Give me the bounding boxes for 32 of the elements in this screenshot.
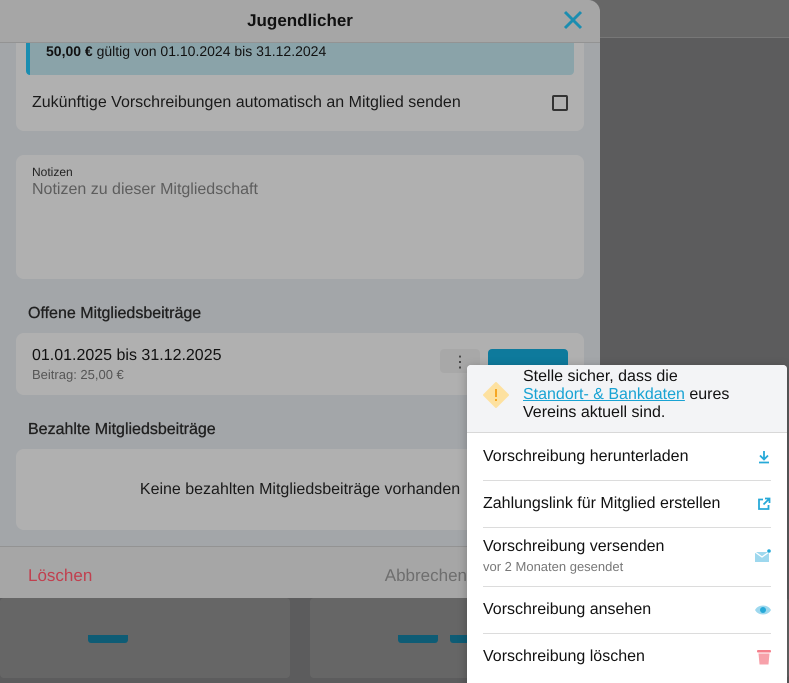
menu-item-label: Vorschreibung löschen	[483, 648, 645, 666]
close-icon	[562, 9, 584, 31]
menu-item[interactable]: Vorschreibung ansehen	[483, 586, 771, 633]
auto-send-label: Zukünftige Vorschreibungen automatisch an Mitglied senden	[32, 94, 461, 112]
menu-item-sublabel: vor 2 Monaten gesendet	[483, 559, 624, 574]
notes-input[interactable]: Notizen zu dieser Mitgliedschaft	[32, 179, 568, 241]
notes-field[interactable]: Notizen Notizen zu dieser Mitgliedschaft	[16, 155, 584, 279]
menu-item-label: Vorschreibung herunterladen	[483, 448, 688, 466]
fee-amount: Beitrag: 25,00 €	[32, 366, 125, 382]
menu-item[interactable]: Vorschreibung versenden vor 2 Monaten gesendet	[483, 527, 771, 586]
fee-info-text: 50,00 € gültig von 01.10.2024 bis 31.12.2024	[46, 43, 326, 59]
trash-icon	[757, 649, 771, 665]
dialog-title: Jugendlicher	[247, 11, 353, 31]
menu-item[interactable]: Vorschreibung herunterladen	[483, 433, 771, 480]
menu-item-label: Zahlungslink für Mitglied erstellen	[483, 495, 720, 513]
eye-icon	[755, 604, 771, 616]
empty-text: Keine bezahlten Mitgliedsbeiträge vorhanden	[140, 480, 460, 498]
section-heading: Offene Mitgliedsbeiträge	[28, 305, 202, 323]
notes-label: Notizen	[32, 165, 74, 179]
warning-icon	[483, 382, 509, 408]
menu-item-label: Vorschreibung ansehen	[483, 601, 652, 619]
menu-item-label: Vorschreibung versenden	[483, 538, 664, 556]
auto-send-checkbox[interactable]	[552, 95, 568, 111]
menu-item[interactable]: Vorschreibung löschen	[483, 633, 771, 680]
download-icon	[757, 450, 771, 464]
external-link-icon	[757, 497, 771, 511]
fee-period: 01.01.2025 bis 31.12.2025	[32, 346, 222, 364]
section-heading: Bezahlte Mitgliedsbeiträge	[28, 421, 217, 439]
more-button[interactable]: ⋮	[440, 349, 480, 373]
notice-text: Stelle sicher, dass die Standort- & Bankdaten eures Vereins aktuell sind.	[523, 368, 730, 422]
menu-item[interactable]: Zahlungslink für Mitglied erstellen	[483, 480, 771, 527]
mail-icon	[755, 549, 771, 563]
